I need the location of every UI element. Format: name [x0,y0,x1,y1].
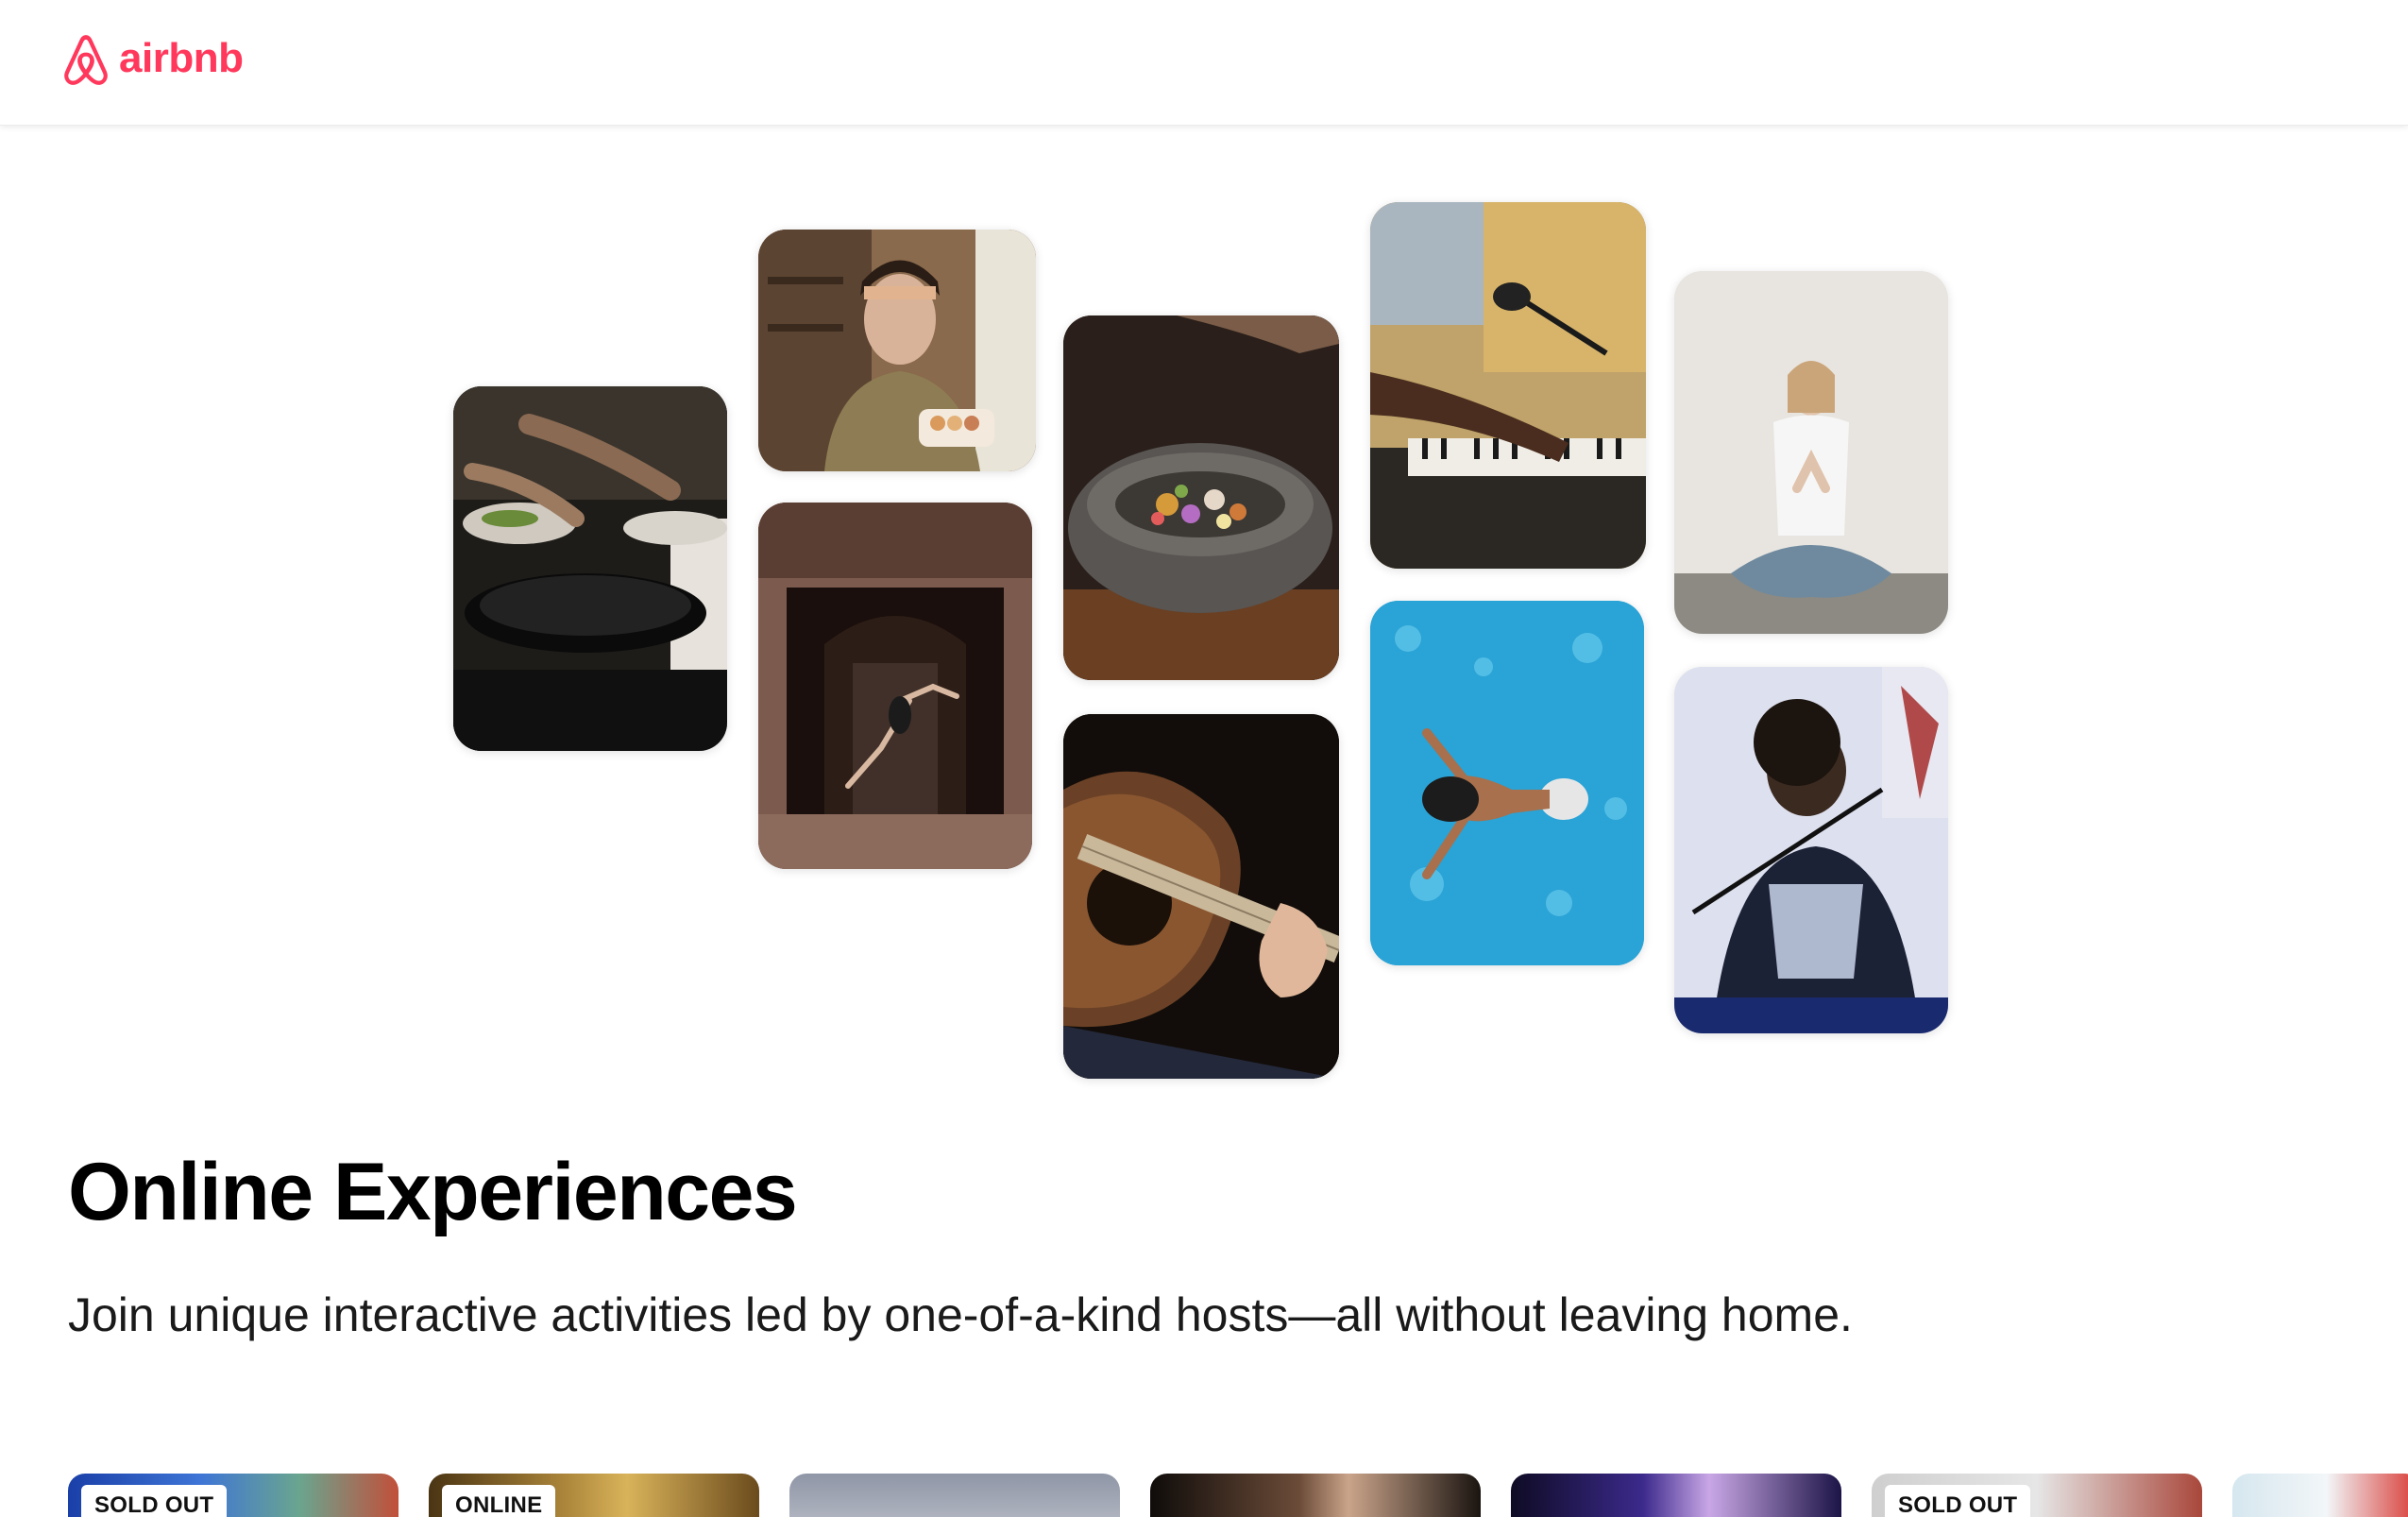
guitar-photo [1063,714,1339,1079]
experience-card[interactable] [1150,1474,1481,1517]
experience-card[interactable] [789,1474,1120,1517]
status-badge: SOLD OUT [81,1485,228,1517]
page-subtitle: Join unique interactive activities led b… [68,1288,1853,1341]
hero-collage [0,0,2408,1086]
status-badge: SOLD OUT [1885,1485,2031,1517]
status-badge: ONLINE [442,1485,556,1517]
experience-card[interactable] [2232,1474,2408,1517]
singer-photo [1674,667,1948,1033]
piano-photo [1370,202,1646,569]
experience-card[interactable]: SOLD OUT [1872,1474,2202,1517]
cooking-photo [453,386,727,751]
experience-cards-row: SOLD OUT ONLINE SOLD OUT [0,1474,2408,1517]
yoga-photo [1674,271,1948,634]
experience-card[interactable]: SOLD OUT [68,1474,399,1517]
experience-card[interactable] [1511,1474,1841,1517]
dancer-photo [758,503,1032,869]
experience-card[interactable]: ONLINE [429,1474,759,1517]
page-title: Online Experiences [68,1147,798,1237]
baker-photo [758,230,1036,471]
food-bowl-photo [1063,315,1339,680]
swimmer-photo [1370,601,1644,965]
